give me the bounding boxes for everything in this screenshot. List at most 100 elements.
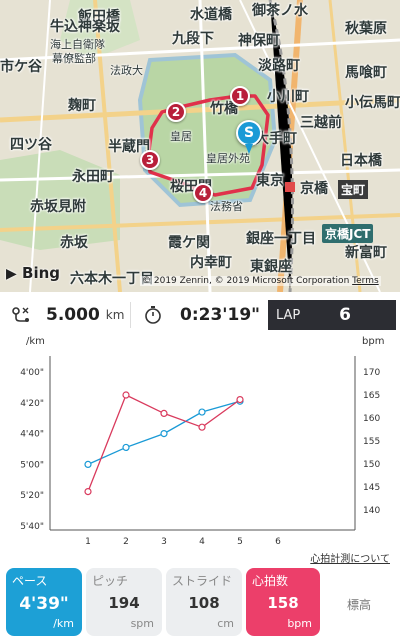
bing-logo: ▶ Bing <box>6 264 61 282</box>
pace-point <box>160 429 168 438</box>
x-axis-tick: 4 <box>199 537 205 547</box>
map-label-homusho: 法務省 <box>210 200 243 213</box>
map-label-kudanshita: 九段下 <box>172 31 214 47</box>
heart-rate-info-link[interactable]: 心拍計測について <box>310 550 390 565</box>
map-label-kojimachi: 麹町 <box>68 98 96 114</box>
map-label-bakuryo: 幕僚監部 <box>52 52 96 65</box>
stats-divider <box>130 302 131 328</box>
right-axis-tick: 160 <box>363 414 380 424</box>
tab-stride-value: 108 <box>188 594 220 612</box>
right-axis-tick: 155 <box>363 437 380 447</box>
tab-heart-rate-value: 158 <box>267 594 299 612</box>
map-label-shintomicho: 新富町 <box>345 245 387 261</box>
pace-point <box>198 408 206 416</box>
right-axis-tick: 165 <box>363 391 380 401</box>
lap-value: 6 <box>339 305 351 325</box>
map-label-kokyogaien: 皇居外苑 <box>206 152 250 165</box>
tab-pace-unit: /km <box>53 617 74 630</box>
x-axis-tick: 3 <box>161 537 167 547</box>
time-stat: 0:23'19" <box>142 300 260 330</box>
tab-stride[interactable]: ストライド 108 cm <box>166 568 242 636</box>
map-label-mitsukoshi: 三越前 <box>300 115 342 131</box>
left-axis-tick: 4'20" <box>20 399 44 409</box>
heart-rate-point <box>236 395 244 404</box>
map-label-ushigome: 牛込神楽坂 <box>50 19 120 35</box>
map-label-bakurocho: 馬喰町 <box>345 65 387 81</box>
map-label-higashiginza: 東銀座 <box>250 259 292 275</box>
x-axis-tick: 1 <box>85 537 91 547</box>
tab-pace-value: 4'39" <box>19 594 69 614</box>
terms-link[interactable]: Terms <box>352 276 379 286</box>
map-label-kodenmacho: 小伝馬町 <box>345 95 400 111</box>
map-label-awajicho: 淡路町 <box>258 58 300 74</box>
map-label-kasumigaseki: 霞ケ関 <box>168 235 210 251</box>
heart-rate-point <box>160 409 168 418</box>
x-axis-tick: 5 <box>237 537 243 547</box>
left-axis-unit: /km <box>26 336 45 347</box>
map-label-hoseidai: 法政大 <box>110 64 143 77</box>
right-axis-tick: 170 <box>363 368 380 378</box>
tab-altitude-label: 標高 <box>346 598 371 612</box>
heart-rate-point <box>84 488 92 496</box>
map-label-yotsuya: 四ツ谷 <box>10 137 52 153</box>
tab-pace-label: ペース <box>12 574 48 588</box>
left-axis-tick: 4'40" <box>20 430 44 440</box>
map-label-suidobashi: 水道橋 <box>190 7 232 23</box>
tab-pitch-label: ピッチ <box>92 574 129 588</box>
tab-heart-rate-unit: bpm <box>287 617 312 630</box>
route-marker-3[interactable]: 3 <box>140 150 160 170</box>
route-marker-4[interactable]: 4 <box>193 183 213 203</box>
left-axis-tick: 5'00" <box>20 460 44 470</box>
map-label-akasakamitsuke: 赤坂見附 <box>30 199 86 215</box>
heart-rate-point <box>122 391 130 399</box>
right-axis-tick: 150 <box>363 460 380 470</box>
distance-stat: 5.000 km <box>10 300 124 330</box>
chart-series <box>84 391 244 496</box>
tab-heart-rate-label: 心拍数 <box>252 574 289 588</box>
x-axis-tick: 2 <box>123 537 129 547</box>
lap-box[interactable]: LAP 6 <box>268 300 396 330</box>
distance-unit: km <box>105 308 125 322</box>
tab-stride-label: ストライド <box>172 574 233 588</box>
map-label-uchisaiwaicho: 内幸町 <box>190 255 232 271</box>
tab-pace[interactable]: ペース 4'39" /km <box>6 568 82 636</box>
map-label-ginza: 銀座一丁目 <box>246 231 316 247</box>
pace-point <box>122 443 130 452</box>
map-label-takaracho: 宝町 <box>338 180 369 199</box>
distance-value: 5.000 <box>46 305 100 325</box>
map-label-ichigaya: 市ケ谷 <box>0 59 42 75</box>
map-label-nagatacho: 永田町 <box>72 169 114 185</box>
heart-rate-series-line <box>87 394 241 492</box>
map-label-ochanomizu: 御茶ノ水 <box>252 3 308 19</box>
tab-pitch[interactable]: ピッチ 194 spm <box>86 568 162 636</box>
map-label-akasaka: 赤坂 <box>60 235 88 251</box>
route-marker-1[interactable]: 1 <box>230 86 250 106</box>
map-label-akihabara: 秋葉原 <box>345 21 387 37</box>
route-map[interactable]: 飯田橋 水道橋 御茶ノ水 秋葉原 市ケ谷 牛込神楽坂 九段下 神保町 淡路町 馬… <box>0 0 400 292</box>
tab-pitch-value: 194 <box>108 594 140 612</box>
map-label-ogawamachi: 小川町 <box>267 89 309 105</box>
right-axis-tick: 145 <box>363 483 380 493</box>
route-marker-2[interactable]: 2 <box>166 102 186 122</box>
x-axis-tick: 6 <box>275 537 281 547</box>
stopwatch-icon <box>145 306 161 324</box>
heart-rate-point <box>198 423 206 431</box>
right-axis-unit: bpm <box>362 336 384 347</box>
tab-pitch-unit: spm <box>130 617 154 630</box>
start-pin-icon[interactable]: S <box>236 120 262 154</box>
left-axis-tick: 4'00" <box>20 368 44 378</box>
map-label-jimbocho: 神保町 <box>238 33 280 49</box>
tab-stride-unit: cm <box>217 617 234 630</box>
right-axis-tick: 140 <box>363 506 380 516</box>
map-attribution: © 2019 Zenrin, © 2019 Microsoft Corporat… <box>140 276 381 286</box>
pace-point <box>84 460 92 468</box>
map-label-nihonbashi: 日本橋 <box>340 153 382 169</box>
metric-tabs: ペース 4'39" /km ピッチ 194 spm ストライド 108 cm 心… <box>0 568 400 640</box>
map-label-kyobashijct: 京橋JCT <box>322 224 374 243</box>
map-label-tokyo: 東京 <box>256 173 284 189</box>
tab-altitude[interactable]: 標高 <box>324 568 394 636</box>
map-label-kyobashi: 京橋 <box>300 181 328 197</box>
lap-label: LAP <box>276 307 301 323</box>
route-distance-icon <box>12 307 29 322</box>
tab-heart-rate[interactable]: 心拍数 158 bpm <box>246 568 320 636</box>
